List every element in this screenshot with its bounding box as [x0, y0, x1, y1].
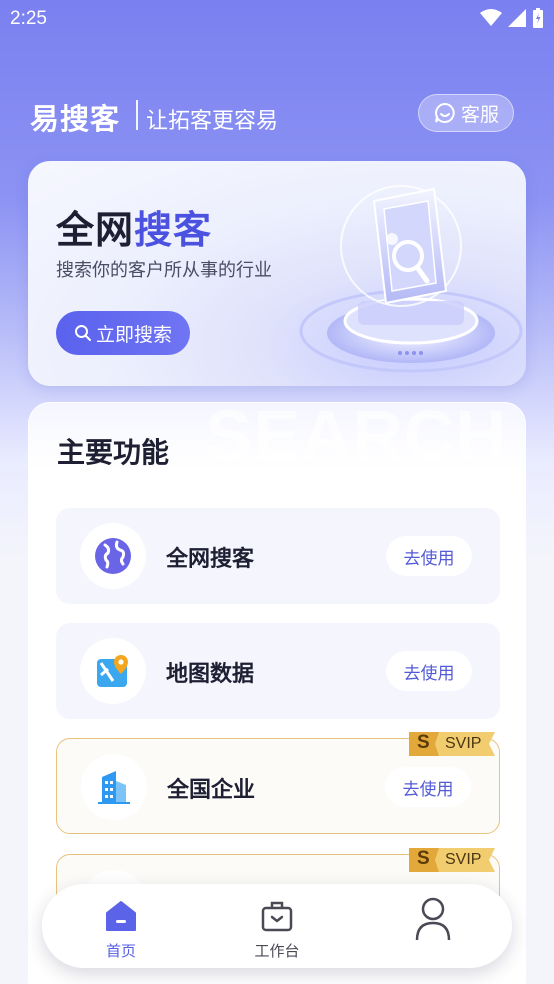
banner-subtitle: 搜索你的客户所从事的行业: [56, 260, 272, 281]
chat-bubble-icon: [435, 102, 455, 123]
feature-name: 地图数据: [166, 662, 255, 687]
wifi-icon: [480, 9, 502, 26]
section-title: 主要功能: [57, 436, 170, 469]
feature-web-search[interactable]: 全网搜客 去使用: [56, 508, 500, 604]
search-banner[interactable]: 全网搜客 搜索你的客户所从事的行业 立即搜索: [28, 161, 526, 386]
nav-workbench-label: 工作台: [254, 942, 300, 960]
header: 易搜客 让拓客更容易 客服: [30, 92, 520, 138]
banner-title-part1: 全网: [56, 208, 135, 252]
feature-map-data[interactable]: 地图数据 去使用: [56, 623, 500, 719]
search-now-button[interactable]: 立即搜索: [56, 311, 190, 355]
map-pin-icon: [97, 655, 128, 687]
svip-label: SVIP: [445, 851, 482, 868]
status-time: 2:25: [10, 8, 47, 29]
feature-icon-container: [80, 638, 146, 704]
feature-icon-container: [81, 754, 147, 820]
nav-workbench[interactable]: 工作台: [232, 896, 322, 960]
search-now-label: 立即搜索: [95, 323, 172, 346]
svip-s-mark: S: [417, 732, 430, 753]
feature-name: 全国企业: [167, 778, 256, 803]
svip-badge: S SVIP: [405, 846, 497, 874]
search-icon: [74, 325, 91, 341]
search-illustration-icon: [299, 185, 523, 373]
status-bar: 2:25: [0, 0, 554, 38]
use-button[interactable]: 去使用: [386, 651, 472, 691]
app-brand: 易搜客: [30, 102, 121, 136]
use-button[interactable]: 去使用: [386, 536, 472, 576]
building-icon: [98, 771, 130, 804]
home-icon: [106, 901, 136, 931]
use-button[interactable]: 去使用: [385, 767, 471, 807]
customer-service-button[interactable]: 客服: [418, 94, 514, 132]
signal-icon: [508, 9, 526, 27]
feature-national-enterprises[interactable]: S SVIP 全国企业 去使用: [56, 732, 500, 834]
brand-divider: [136, 100, 138, 130]
banner-title-part2: 搜客: [134, 208, 213, 252]
nav-profile[interactable]: [388, 896, 478, 960]
feature-icon-container: [80, 523, 146, 589]
user-icon: [415, 897, 451, 941]
nav-home-label: 首页: [105, 942, 136, 960]
svip-label: SVIP: [445, 735, 482, 752]
battery-icon: [533, 8, 543, 28]
bottom-nav: 首页 工作台: [42, 884, 512, 968]
briefcase-icon: [261, 901, 293, 932]
svip-s-mark: S: [417, 848, 430, 869]
feature-name: 全网搜客: [166, 547, 255, 572]
customer-service-label: 客服: [460, 103, 499, 126]
svip-badge: S SVIP: [405, 730, 497, 758]
globe-icon: [95, 538, 131, 574]
search-watermark: SEARCH: [205, 396, 507, 474]
banner-title: 全网搜客: [56, 199, 212, 254]
app-slogan: 让拓客更容易: [146, 109, 279, 134]
status-icons: [480, 8, 544, 28]
nav-home[interactable]: 首页: [76, 896, 166, 960]
